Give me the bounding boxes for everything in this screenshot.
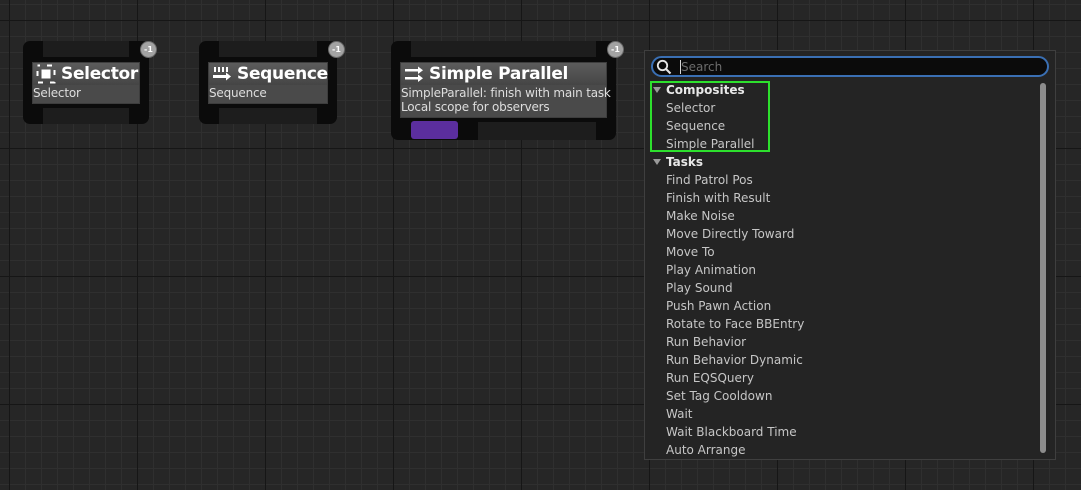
node-output-pin[interactable] [43, 108, 129, 124]
menu-item-move-directly-toward[interactable]: Move Directly Toward [645, 225, 1041, 243]
text-caret [680, 60, 681, 74]
node-title: Simple Parallel [429, 64, 569, 84]
menu-item-auto-arrange[interactable]: Auto Arrange [645, 441, 1041, 459]
selector-icon [36, 64, 56, 84]
add-node-menu[interactable]: Composites Selector Sequence Simple Para… [644, 50, 1056, 460]
search-box[interactable] [651, 56, 1049, 77]
menu-item-play-animation[interactable]: Play Animation [645, 261, 1041, 279]
node-description: Selector [33, 86, 81, 100]
node-body: Sequence Sequence [208, 62, 328, 104]
category-composites[interactable]: Composites [645, 81, 1041, 99]
scrollbar-thumb[interactable] [1040, 83, 1046, 453]
expand-triangle-icon[interactable] [653, 87, 661, 93]
node-description-line: Local scope for observers [401, 100, 550, 114]
node-description-line: SimpleParallel: finish with main task [401, 86, 611, 100]
menu-item-run-behavior-dynamic[interactable]: Run Behavior Dynamic [645, 351, 1041, 369]
node-output-pin-background[interactable] [478, 122, 596, 140]
node-description: Sequence [209, 86, 267, 100]
menu-item-rotate-to-face-bbentry[interactable]: Rotate to Face BBEntry [645, 315, 1041, 333]
menu-item-push-pawn-action[interactable]: Push Pawn Action [645, 297, 1041, 315]
menu-item-play-sound[interactable]: Play Sound [645, 279, 1041, 297]
menu-item-run-behavior[interactable]: Run Behavior [645, 333, 1041, 351]
node-input-pin[interactable] [43, 41, 129, 57]
node-title: Sequence [237, 64, 328, 84]
action-tree: Composites Selector Sequence Simple Para… [645, 81, 1041, 459]
node-description: SimpleParallel: finish with main task Lo… [401, 85, 611, 115]
node-header: Sequence [209, 63, 328, 85]
menu-item-make-noise[interactable]: Make Noise [645, 207, 1041, 225]
node-header: Selector [33, 63, 139, 85]
menu-item-simple-parallel[interactable]: Simple Parallel [645, 135, 1041, 153]
node-body: Simple Parallel SimpleParallel: finish w… [400, 62, 611, 118]
menu-item-selector[interactable]: Selector [645, 99, 1041, 117]
menu-item-run-eqsquery[interactable]: Run EQSQuery [645, 369, 1041, 387]
simple-parallel-node[interactable]: Simple Parallel SimpleParallel: finish w… [391, 41, 624, 140]
menu-item-set-tag-cooldown[interactable]: Set Tag Cooldown [645, 387, 1041, 405]
search-input[interactable] [681, 59, 1041, 74]
menu-item-find-patrol-pos[interactable]: Find Patrol Pos [645, 171, 1041, 189]
category-label: Tasks [666, 155, 704, 169]
expand-triangle-icon[interactable] [653, 159, 661, 165]
main-task-pin[interactable] [411, 121, 458, 139]
node-header: Simple Parallel [401, 63, 606, 85]
category-tasks[interactable]: Tasks [645, 153, 1041, 171]
execution-index-badge: -1 [607, 41, 624, 58]
execution-index-badge: -1 [328, 41, 345, 58]
menu-item-finish-with-result[interactable]: Finish with Result [645, 189, 1041, 207]
node-input-pin[interactable] [411, 41, 596, 57]
node-title: Selector [61, 64, 138, 84]
search-icon [656, 59, 672, 75]
sequence-icon [213, 67, 231, 81]
scrollbar[interactable] [1040, 83, 1046, 453]
menu-item-move-to[interactable]: Move To [645, 243, 1041, 261]
category-label: Composites [666, 83, 745, 97]
node-output-pin[interactable] [219, 108, 317, 124]
node-body: Selector Selector [32, 62, 140, 104]
node-input-pin[interactable] [219, 41, 317, 57]
sequence-node[interactable]: Sequence Sequence -1 [199, 41, 345, 124]
selector-node[interactable]: Selector Selector -1 [23, 41, 157, 124]
simple-parallel-icon [405, 66, 423, 82]
execution-index-badge: -1 [140, 41, 157, 58]
menu-item-wait[interactable]: Wait [645, 405, 1041, 423]
menu-item-sequence[interactable]: Sequence [645, 117, 1041, 135]
menu-item-wait-blackboard-time[interactable]: Wait Blackboard Time [645, 423, 1041, 441]
